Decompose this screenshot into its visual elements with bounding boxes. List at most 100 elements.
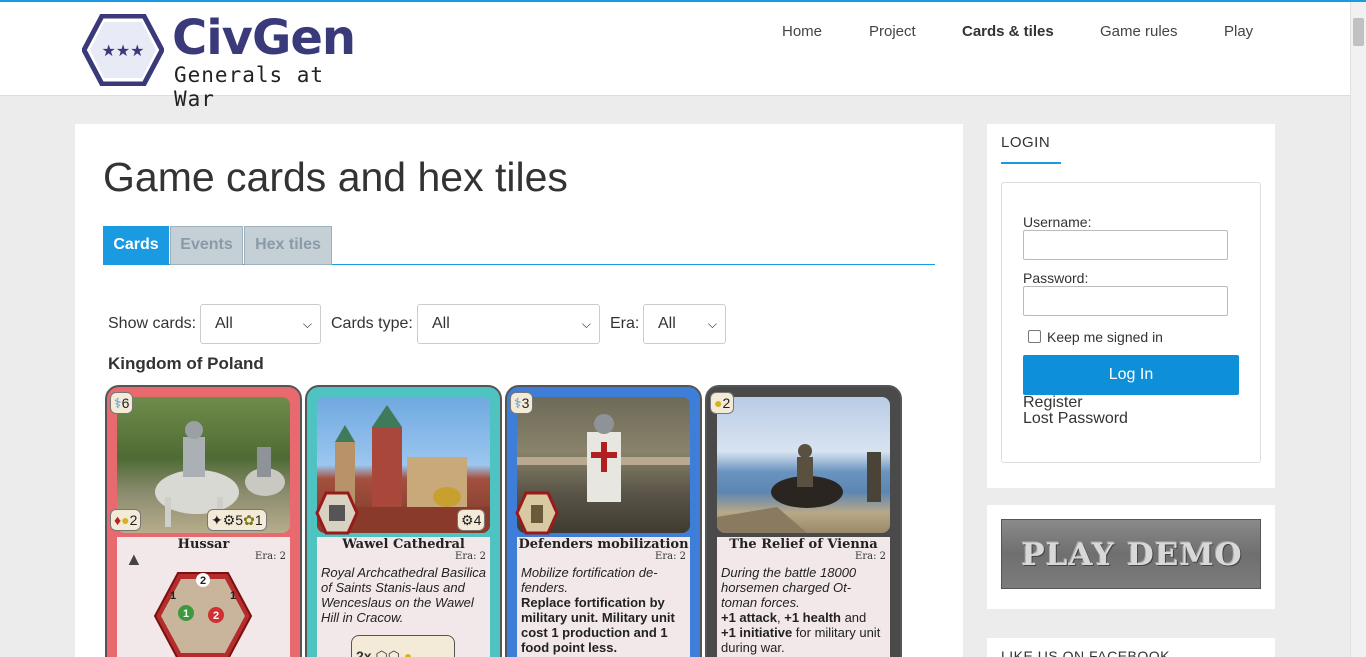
card-relief-of-vienna[interactable]: ●2 The Relief of Vienna Era: 2 During th… [705, 385, 902, 657]
fortification-hex-icon [515, 491, 559, 535]
card-description: Royal Archcathedral Basilica of Saints S… [321, 565, 487, 625]
site-logo[interactable]: ★★★ CivGen Generals at War [82, 10, 372, 111]
remember-me-checkbox[interactable] [1028, 330, 1041, 343]
science-flask-icon: ⚕ [114, 395, 122, 411]
card-effect-attack: +1 attack [721, 610, 778, 625]
site-header: ★★★ CivGen Generals at War Home Project … [0, 2, 1350, 111]
card-name: The Relief of Vienna [729, 537, 878, 552]
play-demo-label: PLAY DEMO [1021, 537, 1243, 573]
page-title: Game cards and hex tiles [103, 154, 568, 200]
era-value: All [658, 315, 676, 332]
card-stat: 4 [473, 512, 482, 528]
lost-password-link[interactable]: Lost Password [1023, 410, 1128, 428]
password-input[interactable] [1023, 286, 1228, 316]
card-effect-health: +1 health [784, 610, 841, 625]
card-stat: 5 [235, 512, 244, 528]
building-hex-icon [315, 491, 359, 535]
play-demo-widget: PLAY DEMO [987, 505, 1275, 609]
card-flavor-text: Mobilize fortification de-fenders. [521, 565, 658, 595]
chevron-down-icon: ⌵ [707, 317, 717, 331]
card-effect-multiplier: 2x [356, 648, 372, 657]
logo-title: CivGen [172, 10, 356, 66]
card-wawel-cathedral[interactable]: ⚙4 Wawel Cathedral Era: 2 Royal Archcath… [305, 385, 502, 657]
building-icon: ⬡⬡ [375, 648, 400, 657]
main-content: Game cards and hex tiles Cards Events He… [75, 124, 963, 657]
card-era: Era: 2 [255, 551, 286, 562]
facebook-widget: LIKE US ON FACEBOOK [987, 638, 1275, 657]
nav-play[interactable]: Play [1224, 23, 1253, 40]
scrollbar-thumb[interactable] [1353, 18, 1364, 46]
nav-project[interactable]: Project [869, 23, 916, 40]
card-name: Hussar [177, 537, 230, 552]
nav-game-rules[interactable]: Game rules [1100, 23, 1178, 40]
hexagon-logo-icon: ★★★ [82, 14, 164, 86]
card-image [717, 397, 890, 533]
show-cards-select[interactable]: All ⌵ [200, 304, 321, 344]
tab-bar: Cards Events Hex tiles [103, 226, 935, 265]
unit-hex-icon: 2 1 1 1 2 [153, 572, 253, 657]
tab-cards[interactable]: Cards [103, 226, 169, 265]
cards-type-select[interactable]: All ⌵ [417, 304, 600, 344]
nav-cards-tiles[interactable]: Cards & tiles [962, 23, 1054, 40]
card-description: Mobilize fortification de-fenders. Repla… [521, 565, 687, 655]
card-body: Wawel Cathedral Era: 2 Royal Archcathedr… [317, 537, 490, 657]
cards-type-value: All [432, 315, 450, 332]
card-era: Era: 2 [455, 551, 486, 562]
horsemen-image [717, 444, 881, 533]
card-cost-badge: ⚕3 [510, 392, 534, 414]
login-form: Username: Password: Keep me signed in Lo… [1001, 182, 1261, 463]
unit-hex-health: 1 [183, 608, 189, 620]
unit-hex-left: 1 [170, 590, 176, 602]
card-stat-badge-left: ♦●2 [110, 509, 142, 531]
play-demo-banner[interactable]: PLAY DEMO [1001, 519, 1261, 589]
card-era: Era: 2 [655, 551, 686, 562]
card-name: Wawel Cathedral [342, 537, 465, 552]
worker-icon: ✦ [211, 512, 223, 528]
card-cost: 2 [722, 395, 731, 411]
card-cost: 3 [521, 395, 530, 411]
cards-type-label: Cards type: [331, 315, 413, 332]
card-flavor-text: Royal Archcathedral Basilica of Saints S… [321, 565, 486, 625]
card-effect-initiative: +1 initiative [721, 625, 793, 640]
svg-text:★★★: ★★★ [101, 41, 144, 60]
chevron-down-icon: ⌵ [302, 317, 312, 331]
card-effect-text: Replace fortification by military unit. … [521, 595, 675, 655]
card-stat: 1 [254, 512, 263, 528]
gold-coin-icon: ● [403, 648, 413, 657]
anvil-icon: ▲ [125, 549, 143, 569]
card-description: During the battle 18000 horsemen charged… [721, 565, 887, 655]
page-scrollbar[interactable] [1350, 2, 1366, 657]
logo-subtitle: Generals at War [174, 63, 325, 111]
card-defenders-mobilization[interactable]: ⚕3 Defenders mobilization Era: 2 Mobiliz… [505, 385, 702, 657]
card-effect-box: 2x ⬡⬡ ● [351, 635, 455, 657]
unit-hex-top: 2 [200, 575, 206, 587]
filter-bar: Show cards: All ⌵ Cards type: All ⌵ Era:… [108, 304, 908, 344]
login-title-underline [1001, 162, 1061, 164]
gold-coin-icon: ● [121, 512, 130, 528]
username-input[interactable] [1023, 230, 1228, 260]
facebook-title: LIKE US ON FACEBOOK [1001, 648, 1170, 657]
password-label: Password: [1023, 270, 1089, 286]
card-name: Defenders mobilization [518, 537, 689, 552]
login-title: LOGIN [1001, 134, 1051, 151]
card-stat-badge-right: ⚙4 [457, 509, 486, 531]
tab-hex-tiles[interactable]: Hex tiles [244, 226, 332, 265]
era-label: Era: [610, 315, 640, 332]
era-select[interactable]: All ⌵ [643, 304, 726, 344]
card-flavor-text: During the battle 18000 horsemen charged… [721, 565, 857, 610]
card-hussar[interactable]: ⚕6 ♦●2 ✦⚙5✿1 Hussar Era: 2 ▲ 2 1 1 1 2 [105, 385, 302, 657]
remember-me-label[interactable]: Keep me signed in [1047, 329, 1163, 345]
show-cards-label: Show cards: [108, 315, 197, 332]
card-cost: 6 [121, 395, 130, 411]
unit-hex-attack: 2 [213, 610, 219, 622]
tab-events[interactable]: Events [170, 226, 243, 265]
login-button[interactable]: Log In [1023, 355, 1239, 395]
nav-home[interactable]: Home [782, 23, 822, 40]
card-era: Era: 2 [855, 551, 886, 562]
card-stat: 2 [129, 512, 138, 528]
card-body: Hussar Era: 2 ▲ 2 1 1 1 2 [117, 537, 290, 657]
login-widget: LOGIN Username: Password: Keep me signed… [987, 124, 1275, 488]
chevron-down-icon: ⌵ [581, 317, 591, 331]
wheat-icon: ✿ [243, 512, 255, 528]
civilization-heading: Kingdom of Poland [108, 354, 264, 373]
